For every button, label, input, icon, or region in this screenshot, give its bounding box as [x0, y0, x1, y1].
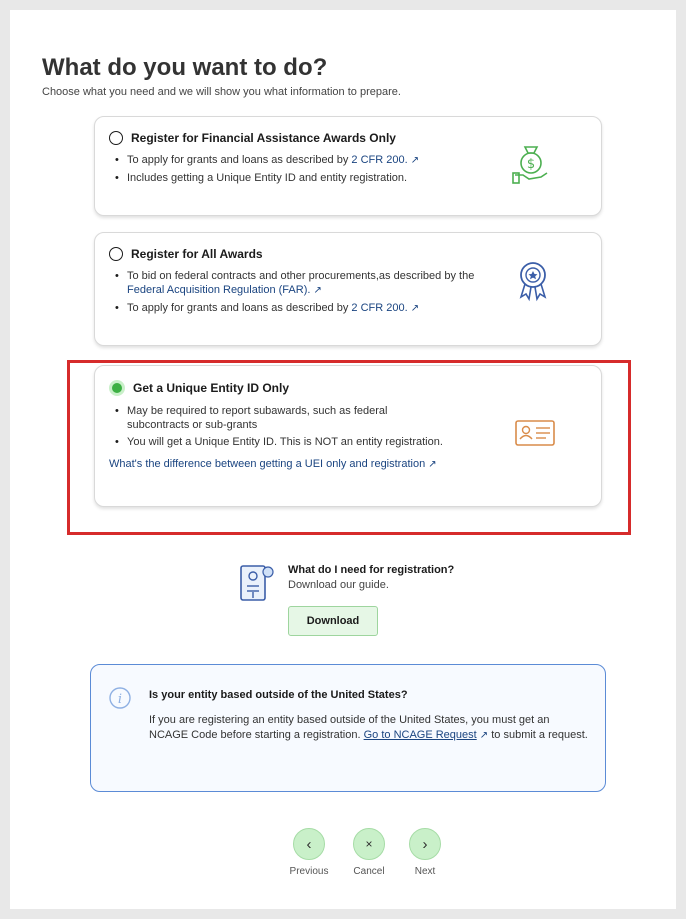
- external-link-icon: ↗: [313, 285, 322, 296]
- cfr-200-link[interactable]: 2 CFR 200.: [351, 154, 407, 166]
- option-bullet: To apply for grants and loans as describ…: [115, 301, 475, 316]
- option-bullet: To apply for grants and loans as describ…: [115, 153, 475, 168]
- option-card-financial-assistance[interactable]: Register for Financial Assistance Awards…: [94, 116, 602, 216]
- previous-button[interactable]: ‹ Previous: [284, 828, 334, 877]
- cancel-label: Cancel: [353, 866, 385, 877]
- option-card-all-awards[interactable]: Register for All Awards To bid on federa…: [94, 232, 602, 346]
- registration-guide: What do I need for registration? Downloa…: [238, 562, 498, 642]
- far-link[interactable]: Federal Acquisition Regulation (FAR).: [127, 284, 310, 296]
- external-link-icon: ↗: [410, 155, 420, 166]
- option-bullet: To bid on federal contracts and other pr…: [115, 269, 475, 298]
- option-radio-financial-assistance[interactable]: [109, 131, 123, 145]
- close-icon: ×: [353, 828, 385, 860]
- page-subtitle: Choose what you need and we will show yo…: [42, 86, 401, 98]
- page: What do you want to do? Choose what you …: [10, 10, 676, 909]
- bullet-text: Includes getting a Unique Entity ID and …: [127, 172, 408, 184]
- external-link-icon: ↗: [479, 730, 489, 741]
- option-title: Register for Financial Assistance Awards…: [131, 131, 396, 145]
- document-download-icon: [238, 562, 276, 611]
- download-button[interactable]: Download: [288, 606, 378, 636]
- money-bag-hand-icon: $: [511, 141, 551, 190]
- external-link-icon: ↗: [410, 303, 420, 314]
- guide-subtitle: Download our guide.: [288, 579, 389, 591]
- cfr-200-link[interactable]: 2 CFR 200.: [351, 302, 407, 314]
- info-icon: i: [109, 687, 131, 714]
- info-text: to submit a request.: [488, 729, 588, 741]
- chevron-right-icon: ›: [409, 828, 441, 860]
- guide-title: What do I need for registration?: [288, 564, 455, 576]
- selection-highlight-box: [67, 360, 631, 535]
- info-title: Is your entity based outside of the Unit…: [149, 689, 408, 701]
- next-button[interactable]: › Next: [400, 828, 450, 877]
- option-title: Register for All Awards: [131, 247, 263, 261]
- option-bullet: Includes getting a Unique Entity ID and …: [115, 171, 475, 185]
- bullet-text: To apply for grants and loans as describ…: [127, 302, 352, 314]
- svg-text:i: i: [118, 692, 122, 707]
- wizard-navigation: ‹ Previous × Cancel › Next: [284, 828, 454, 898]
- chevron-left-icon: ‹: [293, 828, 325, 860]
- award-ribbon-icon: [515, 259, 551, 308]
- option-header: Register for All Awards: [109, 247, 585, 261]
- bullet-text: To bid on federal contracts and other pr…: [127, 270, 475, 282]
- svg-text:$: $: [527, 157, 535, 172]
- ncage-request-link[interactable]: Go to NCAGE Request: [364, 729, 477, 741]
- outside-us-info-box: i Is your entity based outside of the Un…: [90, 664, 606, 792]
- bullet-text: To apply for grants and loans as describ…: [127, 154, 352, 166]
- option-radio-all-awards[interactable]: [109, 247, 123, 261]
- next-label: Next: [414, 866, 436, 877]
- info-body: If you are registering an entity based o…: [149, 713, 589, 743]
- cancel-button[interactable]: × Cancel: [344, 828, 394, 877]
- previous-label: Previous: [289, 866, 329, 877]
- page-title: What do you want to do?: [42, 54, 328, 81]
